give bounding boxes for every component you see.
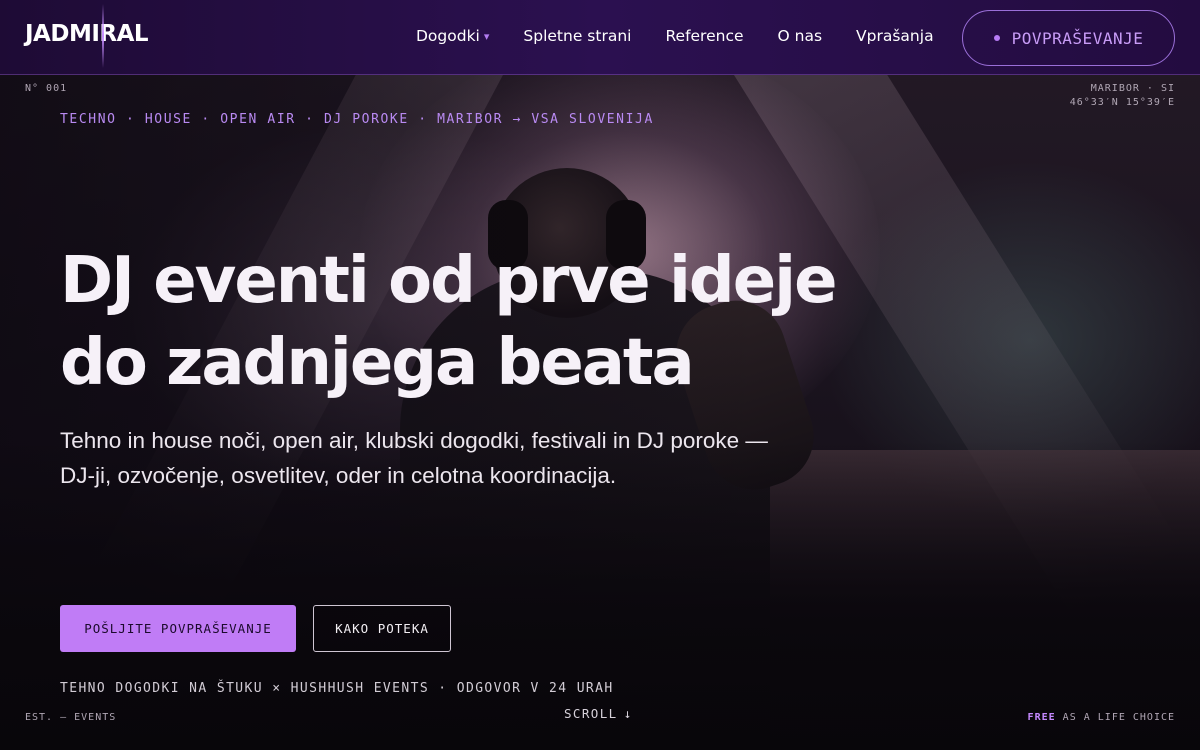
logo-accent-line	[102, 4, 104, 68]
dot-icon	[993, 35, 1000, 41]
send-inquiry-button[interactable]: POŠLJITE POVPRAŠEVANJE	[60, 605, 296, 652]
location-city: MARIBOR · SI	[1090, 83, 1175, 94]
main-nav: Dogodki ▾ Spletne strani Reference O nas …	[416, 27, 934, 45]
nav-item-dogodki[interactable]: Dogodki ▾	[416, 27, 489, 45]
free-slogan: FREE AS A LIFE CHOICE	[1028, 712, 1175, 723]
nav-item-o-nas[interactable]: O nas	[778, 27, 823, 45]
nav-item-spletne-strani[interactable]: Spletne strani	[523, 27, 631, 45]
inquiry-button-label: POVPRAŠEVANJE	[1011, 28, 1144, 48]
headline-line: do zadnjega beata	[60, 326, 695, 400]
hero-headline: DJ eventi od prve ideje do zadnjega beat…	[60, 240, 880, 404]
edition-number: N° 001	[25, 83, 68, 94]
how-it-works-label: KAKO POTEKA	[335, 621, 429, 636]
arrow-down-icon: ↓	[623, 706, 633, 721]
chevron-down-icon: ▾	[483, 30, 490, 43]
genre-tagline: TECHNO · HOUSE · OPEN AIR · DJ POROKE · …	[60, 112, 654, 127]
scroll-label: SCROLL	[564, 706, 618, 721]
top-navbar: JADMIRAL Dogodki ▾ Spletne strani Referen…	[0, 0, 1200, 75]
hero-description: Tehno in house noči, open air, klubski d…	[60, 428, 768, 488]
scroll-indicator[interactable]: SCROLL ↓	[564, 706, 633, 721]
send-inquiry-label: POŠLJITE POVPRAŠEVANJE	[84, 621, 272, 636]
location-geo: 46°33′N 15°39′E	[1069, 97, 1175, 108]
nav-item-label: Dogodki	[416, 27, 480, 45]
inquiry-button[interactable]: POVPRAŠEVANJE	[962, 10, 1175, 66]
headline-line: DJ eventi od prve ideje	[60, 244, 837, 318]
free-word: FREE	[1027, 712, 1056, 723]
nav-item-vprasanja[interactable]: Vprašanja	[856, 27, 934, 45]
location-coordinates: MARIBOR · SI 46°33′N 15°39′E	[1070, 82, 1175, 110]
nav-item-reference[interactable]: Reference	[665, 27, 743, 45]
est-label: EST. — EVENTS	[25, 712, 117, 723]
free-rest: AS A LIFE CHOICE	[1062, 712, 1175, 723]
how-it-works-button[interactable]: KAKO POTEKA	[313, 605, 451, 652]
site-logo[interactable]: JADMIRAL	[25, 21, 149, 47]
partners-line: TEHNO DOGODKI NA ŠTUKU × HUSHHUSH EVENTS…	[60, 681, 614, 696]
